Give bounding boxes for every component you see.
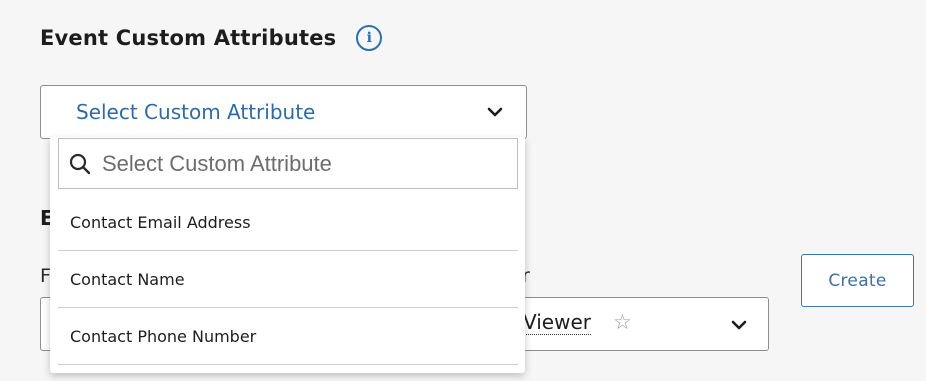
option-contact-name[interactable]: Contact Name [58, 251, 518, 307]
section-header: Event Custom Attributes i [40, 20, 383, 56]
section-title: Event Custom Attributes [40, 26, 337, 50]
create-button[interactable]: Create [801, 254, 914, 307]
custom-attribute-select[interactable]: Select Custom Attribute [40, 85, 527, 139]
viewer-select-value: Viewer [523, 310, 591, 335]
dropdown-search-box[interactable] [58, 138, 518, 189]
custom-attribute-select-label: Select Custom Attribute [76, 100, 316, 124]
option-contact-phone-number[interactable]: Contact Phone Number [58, 308, 518, 364]
chevron-down-icon[interactable] [484, 101, 506, 123]
search-icon [68, 152, 92, 176]
custom-attribute-dropdown: Contact Email Address Contact Name Conta… [50, 137, 525, 373]
chevron-down-icon[interactable] [728, 314, 750, 336]
info-icon[interactable]: i [356, 25, 383, 51]
option-contact-email-address[interactable]: Contact Email Address [58, 194, 518, 250]
page: Event Custom Attributes i Select Custom … [0, 0, 926, 381]
search-input[interactable] [102, 150, 502, 177]
viewer-select[interactable]: Viewer ☆ [486, 297, 769, 351]
star-icon[interactable]: ☆ [613, 310, 632, 334]
divider [58, 364, 518, 365]
